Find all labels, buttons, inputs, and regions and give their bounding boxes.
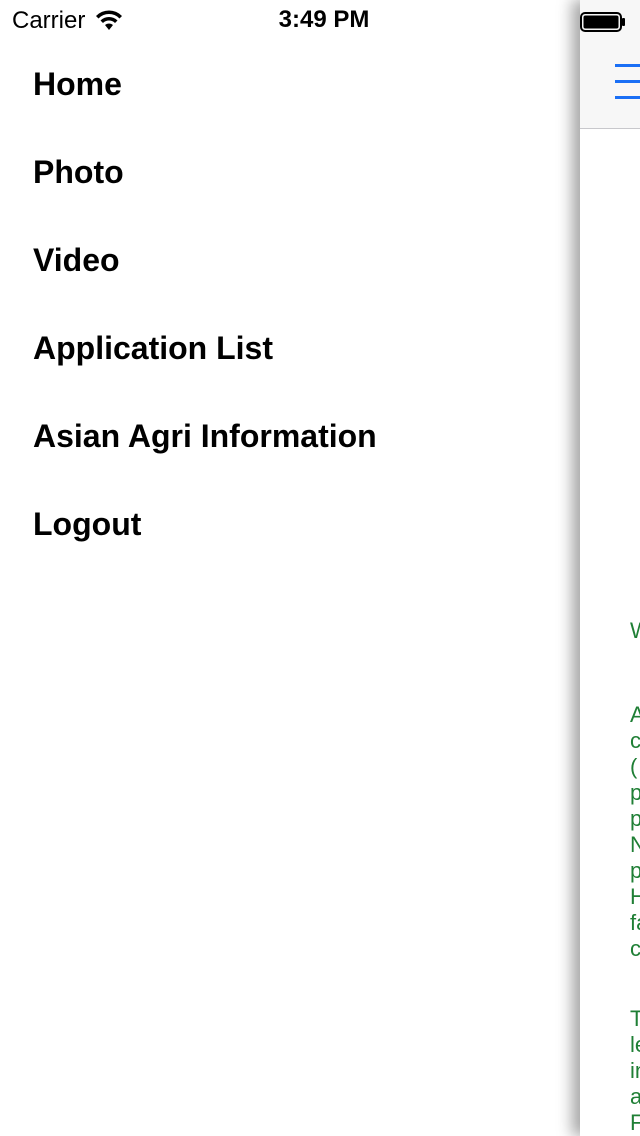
menu-item-photo[interactable]: Photo: [33, 154, 124, 191]
main-panel[interactable]: W A c ( p p N p H fa c T le in a F: [580, 0, 640, 1136]
menu-item-video[interactable]: Video: [33, 242, 120, 279]
screen: Home Photo Video Application List Asian …: [0, 0, 640, 1136]
side-menu: Home Photo Video Application List Asian …: [0, 40, 580, 1136]
status-bar: Carrier 3:49 PM: [0, 0, 640, 40]
menu-item-logout[interactable]: Logout: [33, 506, 141, 543]
menu-item-application-list[interactable]: Application List: [33, 330, 273, 367]
hamburger-menu-icon[interactable]: [615, 64, 640, 100]
status-time: 3:49 PM: [278, 6, 370, 33]
menu-item-asian-agri-information[interactable]: Asian Agri Information: [33, 418, 377, 455]
content-text-heading: W: [630, 618, 640, 644]
content-text-paragraph-1: A c ( p p N p H fa c: [630, 702, 640, 961]
content-text-paragraph-2: T le in a F: [630, 1006, 640, 1135]
menu-item-home[interactable]: Home: [33, 66, 122, 103]
